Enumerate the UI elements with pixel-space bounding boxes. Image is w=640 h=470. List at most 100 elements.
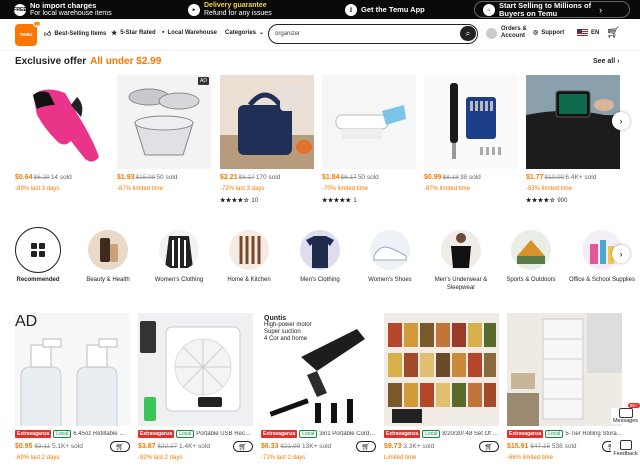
category-mens-clothing[interactable]: Men's Clothing (285, 230, 355, 284)
offer-product[interactable]: $1.84$6.1750 sold -70% limited time ★★★★… (322, 75, 416, 204)
promo-title: Delivery guarantee (204, 1, 267, 9)
discount-text: -66% limited time (507, 455, 554, 461)
category-sports-outdoors[interactable]: Sports & Outdoors (496, 230, 566, 284)
price-now: $0.99 (424, 174, 442, 181)
nav-label: Local Warehouse (167, 29, 217, 36)
account-menu[interactable]: Orders & Account (486, 26, 527, 40)
chevron-right-icon: › (599, 4, 603, 15)
product-image (526, 75, 620, 169)
discount-text: -89% last 3 days (15, 186, 60, 192)
price-now: $1.93 (117, 174, 135, 181)
temu-logo[interactable]: TEMU (15, 24, 37, 46)
category-image (88, 230, 128, 270)
local-tag: Local (422, 430, 441, 438)
cart-icon[interactable]: 🛒︎ (606, 26, 620, 40)
promo-no-import[interactable]: FREE No import charges For local warehous… (13, 0, 112, 19)
language-selector[interactable]: EN (577, 29, 599, 37)
category-image (300, 230, 340, 270)
promo-line2: Buyers on Temu (499, 8, 558, 18)
product-image (507, 313, 622, 426)
feedback-icon (619, 440, 632, 450)
category-next-button[interactable]: › (612, 245, 630, 263)
category-recommended[interactable]: Recommended (3, 227, 73, 284)
discount-text: -82% last 2 days (138, 455, 183, 461)
discount-text: -87% limited time (117, 186, 164, 192)
extravaganza-tag: Extravaganza (384, 430, 421, 438)
offer-product[interactable]: $1.77$10.996.4K+ sold -83% limited time … (526, 75, 620, 204)
nav-best-selling[interactable]: 👍︎ Best-Selling Items (44, 29, 106, 39)
language-label: EN (591, 30, 600, 36)
add-to-cart-button[interactable]: 🛒︎ (356, 441, 376, 452)
product-image (138, 313, 253, 426)
category-label: Office & School Supplies (569, 277, 635, 283)
offer-next-button[interactable]: › (612, 112, 630, 130)
chevron-right-icon: › (619, 249, 623, 259)
messages-button[interactable]: 99+ Messages (611, 403, 640, 424)
sold-count: 38 sold (459, 174, 481, 181)
price-now: $3.87 (138, 443, 156, 450)
promo-delivery[interactable]: ▸ Delivery guarantee Refund for any issue… (188, 0, 272, 19)
lunch-bag-image (220, 85, 314, 169)
category-mens-underwear[interactable]: Men's Underwear & Sleepwear (426, 230, 496, 292)
product-card[interactable]: AD Extravaganza Local 6.45oz Refillable Mi… (15, 313, 130, 461)
category-label: Recommended (16, 277, 60, 283)
product-image: AD (117, 75, 211, 169)
screwdriver-set-image (450, 83, 501, 159)
nav-local-warehouse[interactable]: ▪ Local Warehouse (162, 29, 217, 36)
sold-count: 13K+ sold (302, 443, 332, 450)
sold-count: 170 sold (255, 174, 281, 181)
feature-line: Super suction (264, 329, 301, 335)
price-was: $21.99 (280, 443, 301, 450)
offer-product[interactable]: AD $1.93$15.9850 sold -87% limited time (117, 75, 211, 192)
category-beauty-health[interactable]: Beauty & Health (73, 230, 143, 284)
price-was: $22.27 (157, 443, 178, 450)
product-card[interactable]: Extravaganza Local 5-Tier Rolling Stora...… (507, 313, 622, 461)
offer-product[interactable]: $2.21$8.17170 sold -72% last 3 days ★★★★… (220, 75, 314, 204)
product-image (15, 75, 109, 169)
search-button[interactable]: ⌕ (460, 26, 476, 41)
category-womens-clothing[interactable]: Women's Clothing (144, 230, 214, 284)
local-tag: Local (545, 430, 564, 438)
nav-categories[interactable]: Categories ⌄ (225, 29, 264, 37)
category-label: Women's Shoes (368, 277, 412, 283)
product-card[interactable]: Extravaganza Local 8/20/30/ 48 Set Of A...… (384, 313, 499, 461)
discount-text: -69% last 2 days (15, 455, 60, 461)
usb-fan-image (140, 321, 241, 421)
rating-stars: ★★★★★ 1 (322, 197, 416, 204)
discount-text: -72% last 3 days (220, 186, 265, 192)
category-home-kitchen[interactable]: Home & Kitchen (214, 230, 284, 284)
category-label: Home & Kitchen (227, 277, 271, 283)
nav-five-star[interactable]: ★ 5-Star Rated (111, 29, 156, 37)
product-image (384, 313, 499, 426)
discount-text: Limited time (384, 455, 417, 461)
logo-badge: US (33, 21, 41, 27)
category-image (159, 230, 199, 270)
search-input[interactable] (275, 28, 455, 40)
nav-label: Categories (225, 29, 257, 36)
product-card[interactable]: Extravaganza Local Portable USB Rechar... … (138, 313, 253, 461)
add-to-cart-button[interactable]: 🛒︎ (479, 441, 499, 452)
product-card[interactable]: Quntis High-power motor Super suction 4 … (261, 313, 376, 461)
add-to-cart-button[interactable]: 🛒︎ (233, 441, 253, 452)
cart-icon: 🛒︎ (115, 443, 125, 451)
category-label: Men's Clothing (300, 277, 340, 283)
account-line1: Orders & (501, 26, 527, 32)
chat-icon: 99+ (618, 403, 640, 418)
phone-mount-image (526, 75, 620, 169)
promo-sub: For local warehouse items (30, 9, 112, 17)
sold-count: 14 sold (50, 174, 72, 181)
promo-get-app[interactable]: ▯ Get the Temu App (345, 0, 425, 19)
feedback-button[interactable]: Feedback (611, 440, 640, 457)
nav-label: 5-Star Rated (120, 30, 156, 36)
category-label: Beauty & Health (86, 277, 130, 283)
phone-icon: ▯ (345, 3, 357, 16)
support-link[interactable]: ◎ Support (533, 29, 564, 37)
offer-product[interactable]: $0.99$8.1838 sold -87% limited time (424, 75, 518, 192)
search-icon: ⌕ (465, 28, 471, 38)
see-all-link[interactable]: See all › (593, 58, 619, 65)
category-womens-shoes[interactable]: Women's Shoes (355, 230, 425, 284)
promo-start-selling[interactable]: ⌂ Start Selling to Millions of Buyers on … (474, 1, 630, 18)
add-to-cart-button[interactable]: 🛒︎ (110, 441, 130, 452)
offer-product[interactable]: $0.64$6.2914 sold -89% last 3 days (15, 75, 109, 192)
cart-icon: 🛒︎ (484, 443, 494, 451)
